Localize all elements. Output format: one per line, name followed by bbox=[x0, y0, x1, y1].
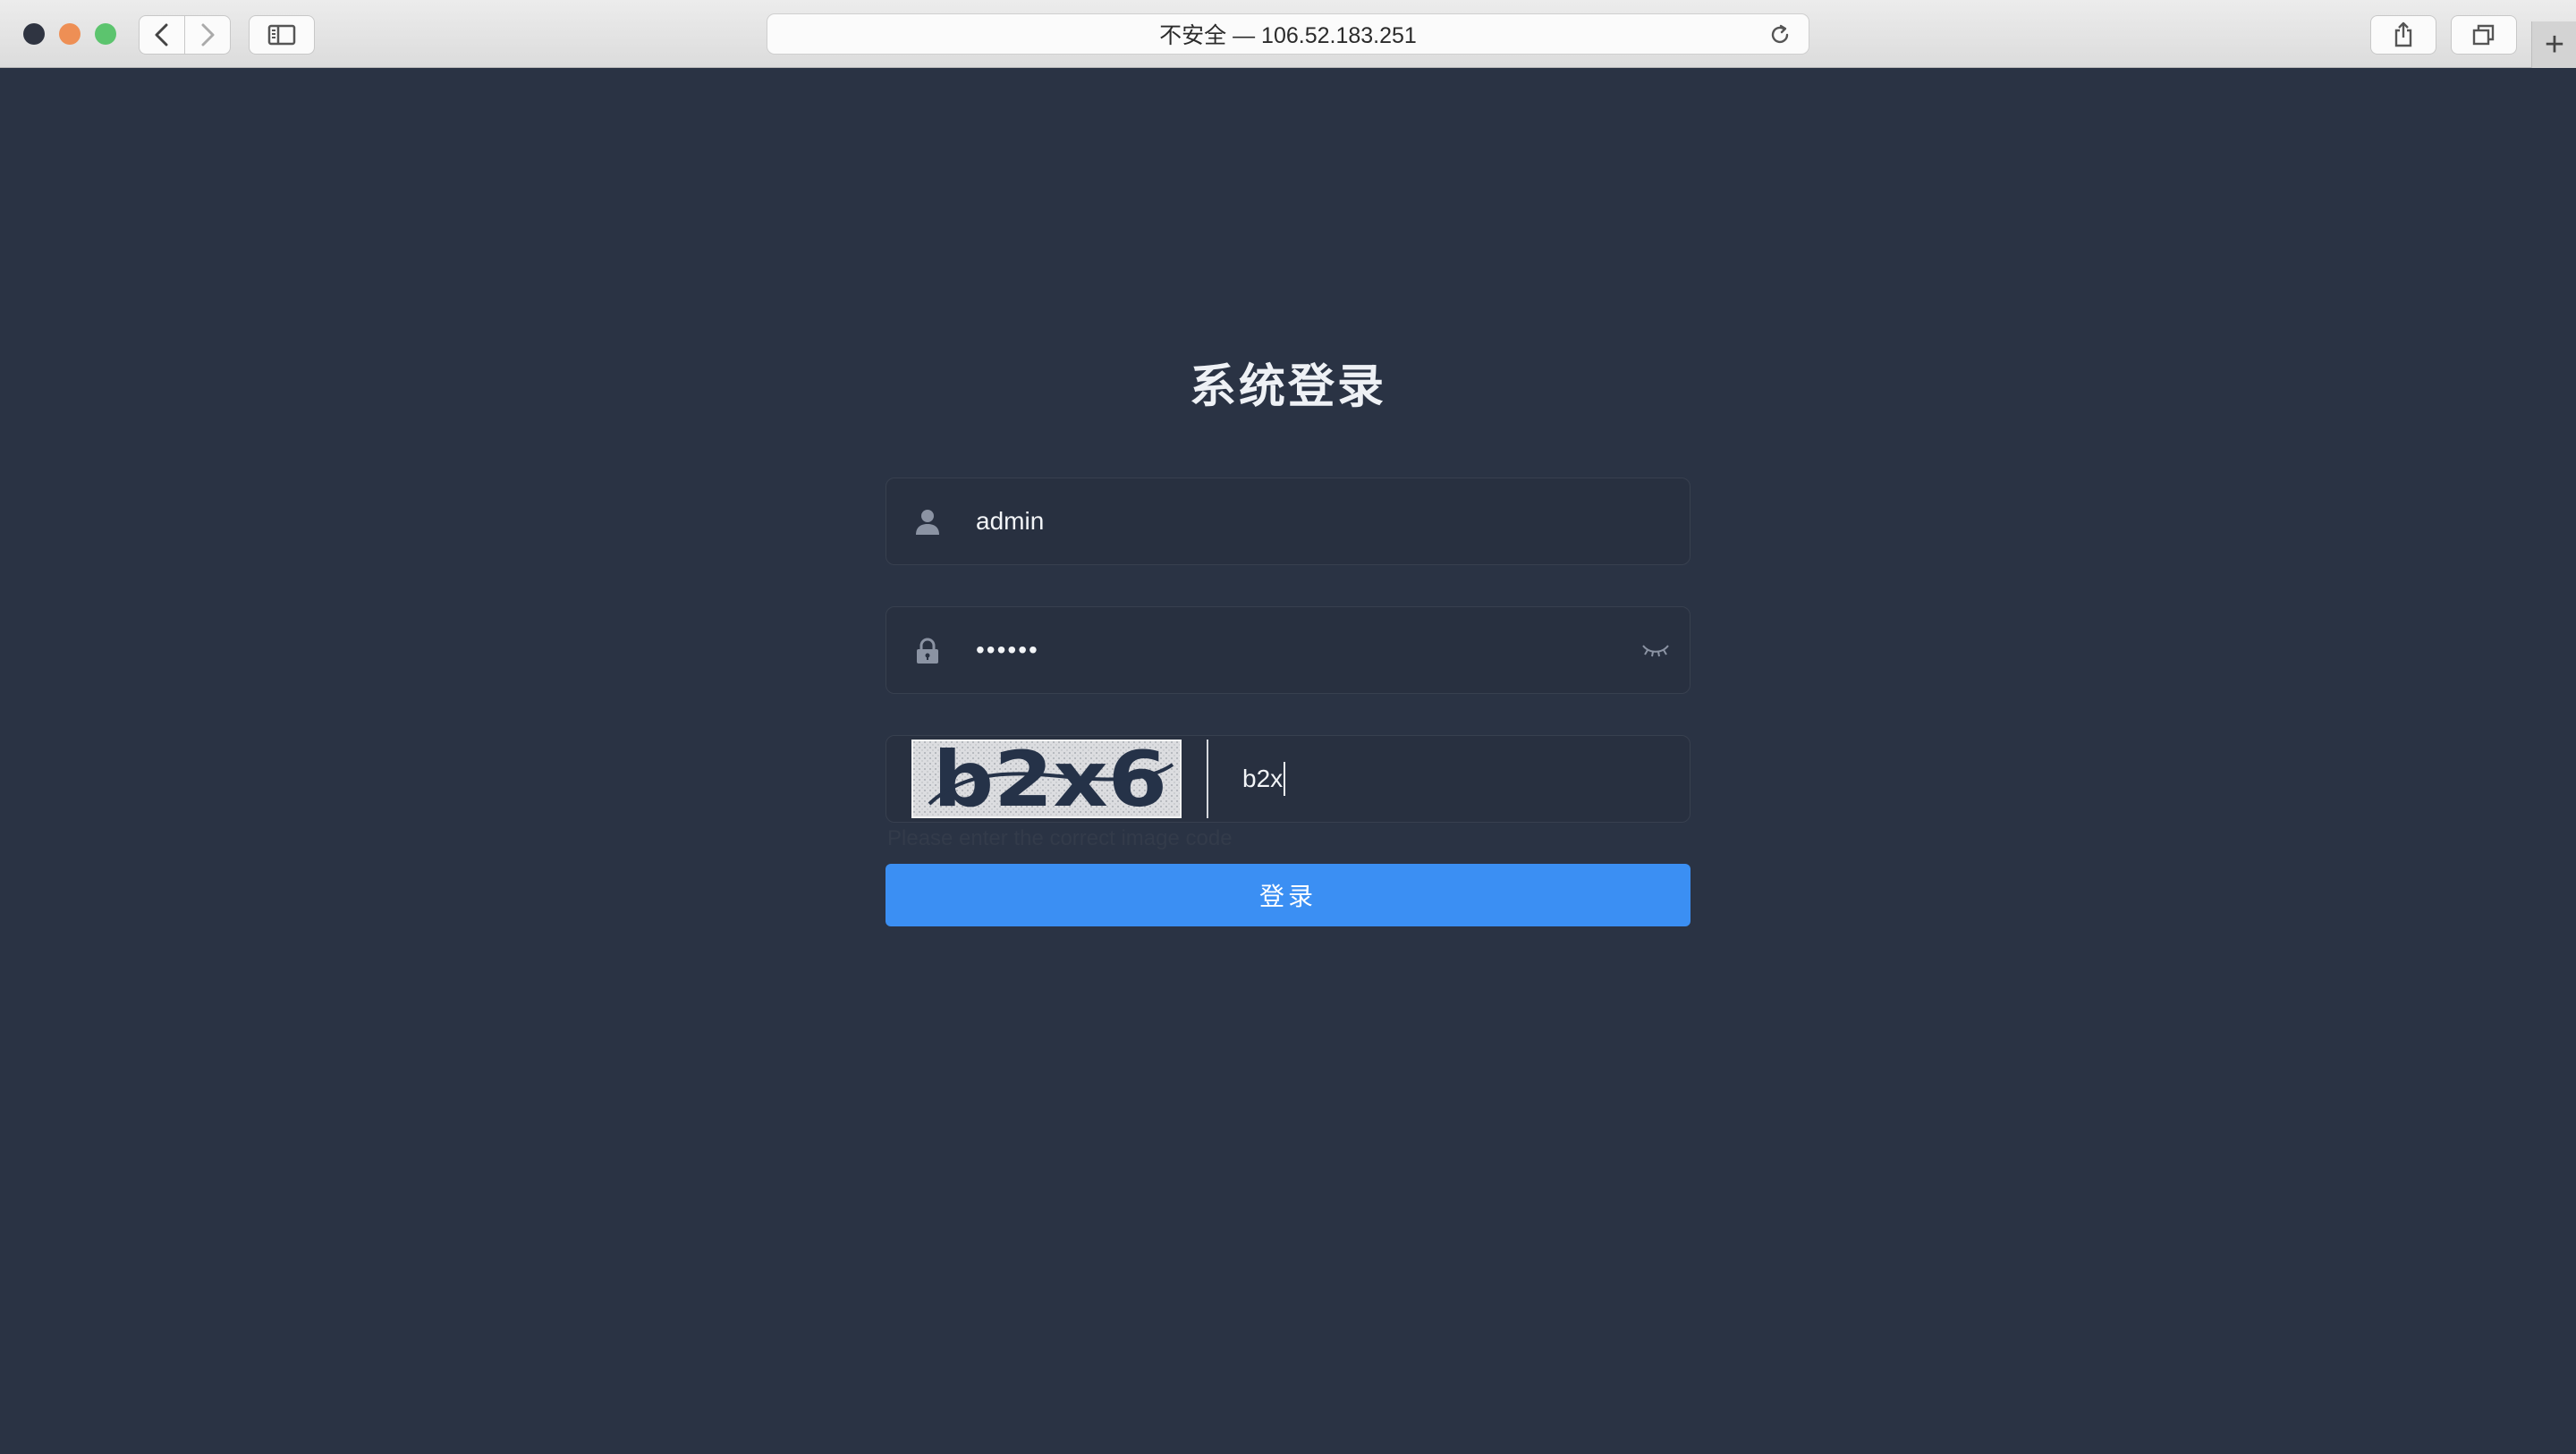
page-title: 系统登录 bbox=[1189, 361, 1386, 413]
lock-icon bbox=[911, 635, 944, 667]
address-text: 不安全 — 106.52.183.251 bbox=[1159, 23, 1417, 48]
captcha-image[interactable]: b2x6 bbox=[911, 740, 1182, 818]
reload-button[interactable] bbox=[1767, 22, 1792, 47]
captcha-separator bbox=[1207, 740, 1208, 818]
browser-toolbar: 不安全 — 106.52.183.251 + bbox=[0, 0, 2576, 68]
share-icon bbox=[2394, 21, 2412, 47]
captcha-field[interactable]: b2x6 b2x bbox=[886, 735, 1690, 823]
sidebar-toggle-button[interactable] bbox=[249, 15, 315, 55]
captcha-hint: Please enter the correct image code bbox=[887, 826, 1233, 850]
chevron-left-icon bbox=[155, 23, 168, 46]
login-button[interactable]: 登录 bbox=[886, 864, 1690, 926]
text-caret bbox=[1284, 762, 1286, 796]
username-field[interactable]: admin bbox=[886, 478, 1690, 565]
username-value: admin bbox=[976, 507, 1045, 535]
forward-button[interactable] bbox=[184, 15, 231, 55]
eye-closed-icon[interactable] bbox=[1638, 637, 1674, 664]
password-field[interactable]: •••••• bbox=[886, 606, 1690, 694]
window-close-button[interactable] bbox=[23, 23, 45, 45]
new-tab-button[interactable]: + bbox=[2531, 21, 2576, 68]
window-minimize-button[interactable] bbox=[59, 23, 80, 45]
tabs-icon bbox=[2472, 24, 2495, 46]
back-button[interactable] bbox=[139, 15, 185, 55]
window-zoom-button[interactable] bbox=[95, 23, 116, 45]
user-icon bbox=[911, 506, 944, 538]
address-bar[interactable]: 不安全 — 106.52.183.251 bbox=[767, 13, 1809, 55]
captcha-input-value: b2x bbox=[1242, 765, 1284, 792]
password-value: •••••• bbox=[976, 636, 1039, 664]
captcha-input[interactable]: b2x bbox=[1242, 736, 1286, 822]
tab-overview-button[interactable] bbox=[2451, 15, 2517, 55]
share-button[interactable] bbox=[2370, 15, 2436, 55]
reload-icon bbox=[1771, 24, 1789, 44]
chevron-right-icon bbox=[201, 23, 215, 46]
sidebar-icon bbox=[267, 24, 296, 46]
